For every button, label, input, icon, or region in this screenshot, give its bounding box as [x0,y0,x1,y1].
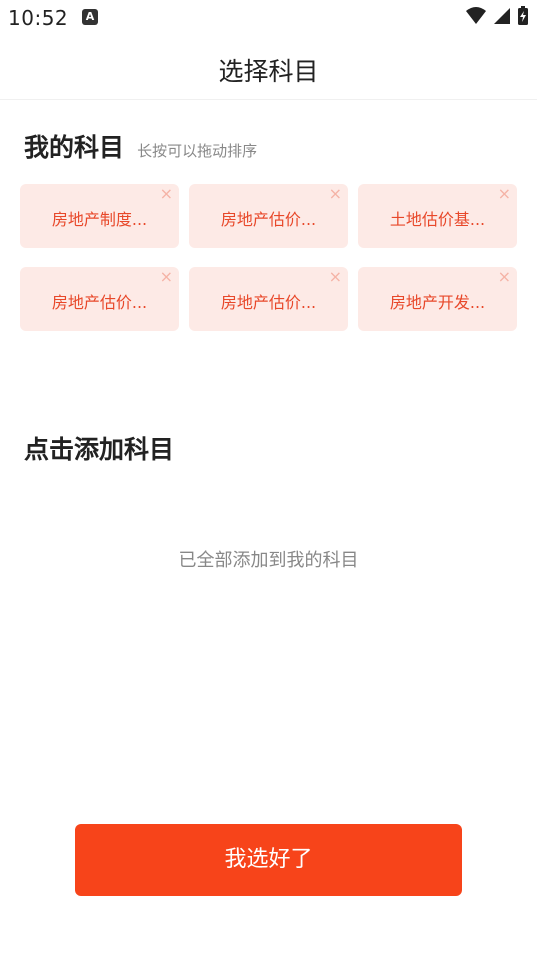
my-subjects-title: 我的科目 [24,133,125,162]
status-bar: 10:52 A [0,0,537,36]
subject-chip[interactable]: 房地产估价... × [189,184,348,248]
close-icon[interactable]: × [498,186,511,202]
close-icon[interactable]: × [329,269,342,285]
subject-chip-label: 房地产估价... [220,210,317,229]
subject-chip-label: 房地产制度... [51,210,148,229]
status-icons [465,6,529,28]
confirm-button[interactable]: 我选好了 [75,824,462,896]
my-subjects-header: 我的科目 长按可以拖动排序 [24,128,257,164]
close-icon[interactable]: × [329,186,342,202]
subject-chip[interactable]: 房地产开发... × [358,267,517,331]
subject-chip-label: 房地产开发... [389,293,486,312]
close-icon[interactable]: × [498,269,511,285]
page-title: 选择科目 [218,57,319,86]
wifi-icon [465,7,486,24]
subject-chip[interactable]: 土地估价基... × [358,184,517,248]
subject-chip[interactable]: 房地产制度... × [20,184,179,248]
status-time: 10:52 [8,6,69,30]
subject-chip-label: 房地产估价... [220,293,317,312]
notification-a-icon: A [82,9,98,25]
close-icon[interactable]: × [160,269,173,285]
subject-chip-label: 房地产估价... [51,293,148,312]
close-icon[interactable]: × [160,186,173,202]
subject-chip[interactable]: 房地产估价... × [20,267,179,331]
signal-icon [493,8,510,24]
add-subjects-header: 点击添加科目 [24,430,174,466]
empty-state-text: 已全部添加到我的科目 [178,550,359,571]
title-bar: 选择科目 [0,36,537,100]
battery-charging-icon [518,6,528,25]
add-subjects-title: 点击添加科目 [24,435,175,464]
subject-chip-label: 土地估价基... [389,210,486,229]
drag-sort-hint: 长按可以拖动排序 [137,142,258,160]
subject-chip[interactable]: 房地产估价... × [189,267,348,331]
